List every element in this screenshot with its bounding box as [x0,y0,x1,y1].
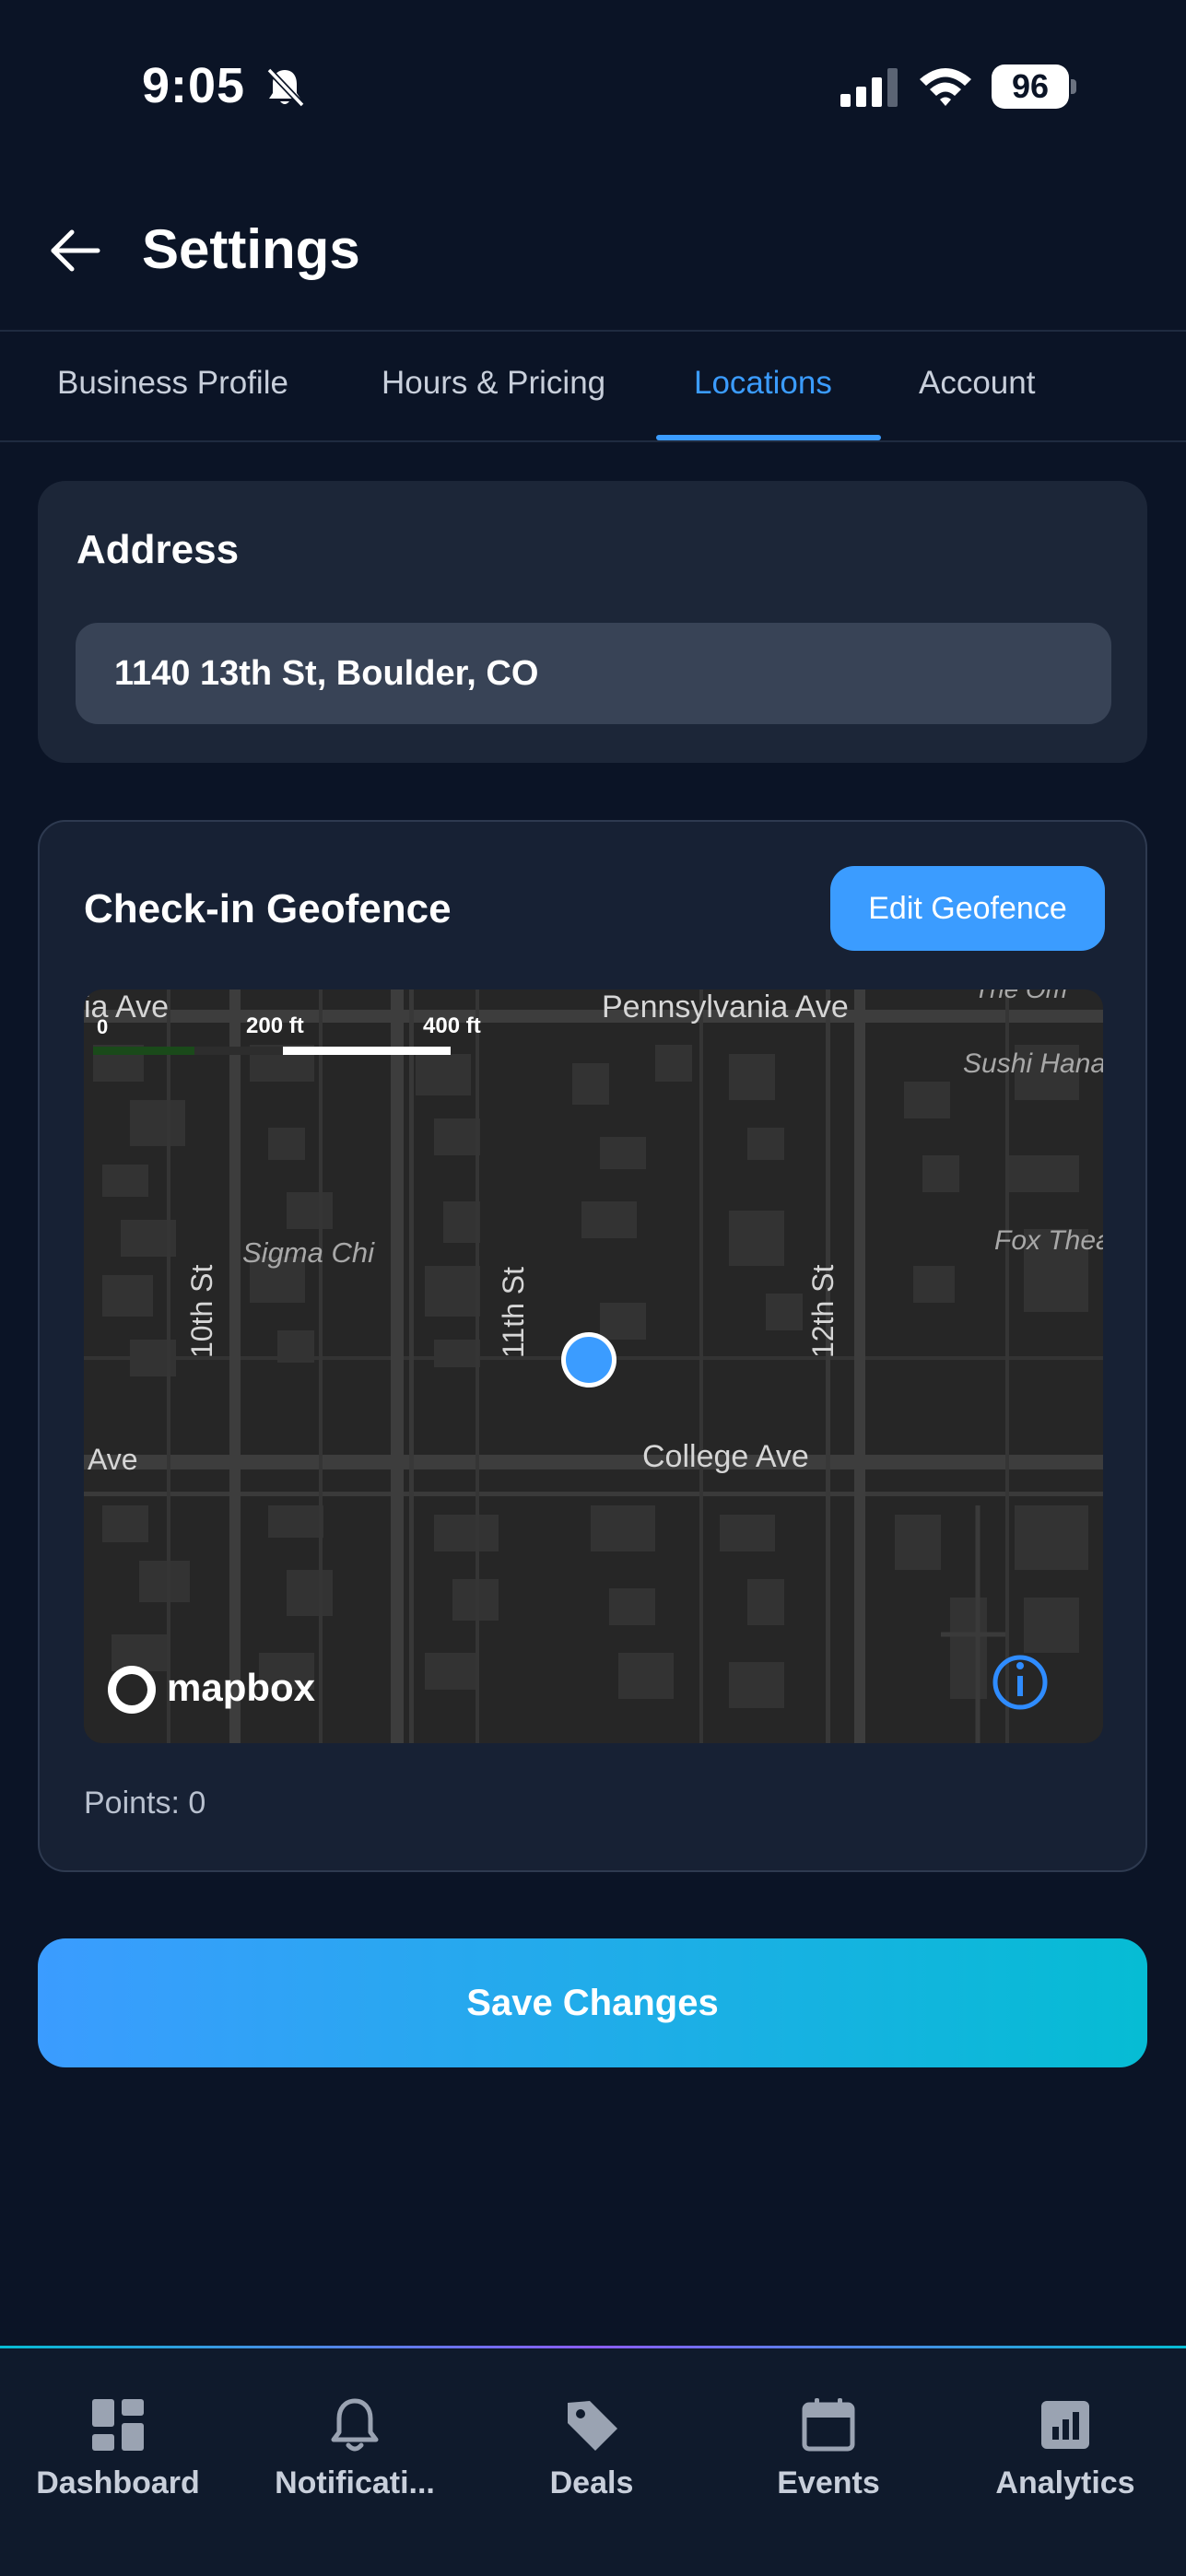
status-bar: 9:05 96 [0,0,1186,175]
address-card: Address [38,481,1147,763]
battery-indicator: 96 [992,64,1076,109]
active-tab-indicator [656,435,881,440]
tag-icon [568,2401,617,2451]
wifi-icon [920,68,971,106]
map-poi-label: Fox Thea [994,1225,1103,1256]
points-count: Points: 0 [84,1786,206,1821]
map-scale-label: 400 ft [423,1013,481,1038]
map-street-label: Pennsylvania Ave [602,989,849,1025]
signal-icon [840,68,898,107]
map-street-label: 10th St [185,1264,218,1358]
nav-item-events[interactable]: Events [718,2346,939,2530]
nav-label: Events [777,2465,880,2500]
battery-level: 96 [992,64,1069,109]
mapbox-logo[interactable]: mapbox [167,1666,315,1710]
nav-label: Deals [549,2465,634,2500]
back-arrow-icon[interactable] [46,221,105,280]
nav-label: Notificati... [275,2465,435,2500]
calendar-icon [802,2398,855,2452]
bell-muted-icon [266,67,305,108]
tab-business-profile[interactable]: Business Profile [57,332,288,442]
geofence-card: Check-in Geofence Edit Geofence Pennsylv… [38,820,1147,1872]
settings-screen: 9:05 96 Settings Business Profile Hours … [0,0,1186,2576]
nav-item-deals[interactable]: Deals [481,2346,702,2530]
map-street-label: College Ave [642,1439,809,1474]
geofence-map[interactable]: Pennsylvania Ave ia Ave College Ave Ave … [84,989,1103,1743]
nav-label: Analytics [995,2465,1135,2500]
save-changes-button[interactable]: Save Changes [38,1938,1147,2067]
map-poi-label: The Om [974,989,1067,1004]
map-street-label: 11th St [497,1266,530,1358]
page-title: Settings [142,218,360,280]
map-info-icon[interactable] [991,1653,1050,1712]
map-street-label: Ave [88,1443,138,1476]
tab-locations[interactable]: Locations [694,332,832,442]
address-heading: Address [76,527,240,572]
nav-item-notifications[interactable]: Notificati... [244,2346,465,2530]
dashboard-icon [92,2399,144,2451]
map-canvas [84,989,1103,1743]
map-scale-label: 200 ft [246,1013,304,1038]
map-poi-label: Sigma Chi [242,1236,374,1269]
bottom-nav: Dashboard Notificati... Deals Events Ana… [0,2346,1186,2576]
geofence-heading: Check-in Geofence [84,886,452,931]
app-header: Settings [0,184,1186,332]
bell-icon [331,2398,379,2452]
battery-tip [1071,79,1076,94]
settings-tabs: Business Profile Hours & Pricing Locatio… [0,332,1186,442]
nav-item-dashboard[interactable]: Dashboard [7,2346,229,2530]
tab-account[interactable]: Account [919,332,1035,442]
address-input[interactable] [76,623,1111,724]
tab-hours-pricing[interactable]: Hours & Pricing [382,332,605,442]
nav-item-analytics[interactable]: Analytics [955,2346,1176,2530]
edit-geofence-button[interactable]: Edit Geofence [830,866,1105,951]
status-time: 9:05 [142,58,246,113]
bar-chart-icon [1041,2401,1089,2449]
map-poi-label: Sushi Hana [963,1048,1103,1079]
map-street-label: 12th St [806,1264,840,1358]
map-scale-label: 0 [97,1015,109,1038]
nav-label: Dashboard [36,2465,200,2500]
